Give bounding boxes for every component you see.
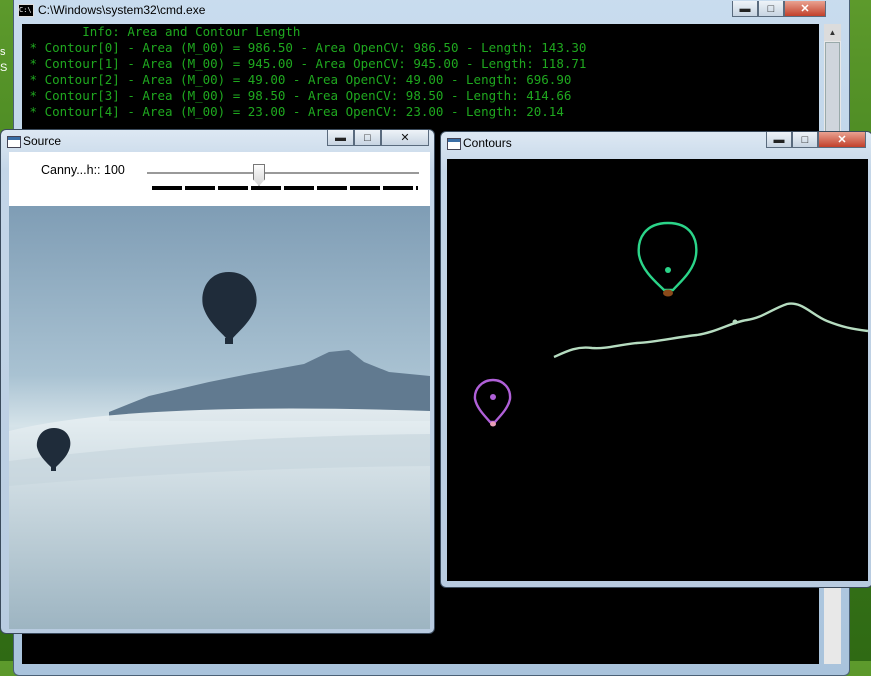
maximize-button[interactable]: □ <box>758 1 784 17</box>
source-window-title: Source <box>23 134 62 148</box>
close-icon: ✕ <box>800 3 810 15</box>
window-app-icon <box>7 136 21 148</box>
contour-basket <box>490 421 496 427</box>
contour-small-balloon <box>473 378 512 424</box>
cmd-window-title: C:\Windows\system32\cmd.exe <box>38 3 206 17</box>
source-photo <box>9 206 430 629</box>
minimize-icon: ▬ <box>335 131 346 144</box>
trackbar-panel: Canny...h:: 100 <box>9 152 430 206</box>
contours-drawing <box>473 221 869 427</box>
trackbar-thumb[interactable] <box>253 164 265 186</box>
desktop-label-fragment: s <box>0 46 6 58</box>
close-button[interactable]: ✕ <box>818 132 866 148</box>
contours-window[interactable]: Contours ▬ □ ✕ <box>440 131 871 588</box>
maximize-icon: □ <box>364 131 371 144</box>
console-line: Info: Area and Contour Length <box>22 24 301 39</box>
minimize-icon: ▬ <box>773 133 785 146</box>
contour-centroid-dot <box>665 267 671 273</box>
contour-centroid-dot <box>490 394 496 400</box>
maximize-button[interactable]: □ <box>354 130 381 146</box>
contours-canvas <box>447 159 869 581</box>
trackbar-ticks <box>152 186 418 190</box>
close-icon: ✕ <box>837 134 847 146</box>
contour-large-balloon <box>637 221 698 292</box>
maximize-icon: □ <box>767 2 775 15</box>
console-line: * Contour[2] - Area (M_00) = 49.00 - Are… <box>22 72 572 87</box>
contour-basket <box>663 289 673 297</box>
source-image <box>9 206 430 629</box>
minimize-button[interactable]: ▬ <box>766 132 792 148</box>
contours-window-controls: ▬ □ ✕ <box>766 132 866 148</box>
source-window[interactable]: Source ▬ □ ✕ Canny...h:: 100 <box>0 129 435 634</box>
window-app-icon <box>447 138 461 150</box>
console-line: * Contour[4] - Area (M_00) = 23.00 - Are… <box>22 104 564 119</box>
close-button[interactable]: ✕ <box>381 130 429 146</box>
close-icon: ✕ <box>400 132 410 144</box>
cmd-app-icon: C:\ <box>18 4 34 17</box>
maximize-button[interactable]: □ <box>792 132 818 148</box>
desktop-label-fragment: S <box>0 62 8 74</box>
source-window-controls: ▬ □ ✕ <box>327 130 429 146</box>
minimize-button[interactable]: ▬ <box>732 1 758 17</box>
console-line: * Contour[3] - Area (M_00) = 98.50 - Are… <box>22 88 572 103</box>
contours-window-title: Contours <box>463 136 512 150</box>
console-line: * Contour[0] - Area (M_00) = 986.50 - Ar… <box>22 40 587 55</box>
cmd-titlebar[interactable]: C:\ C:\Windows\system32\cmd.exe <box>14 1 849 21</box>
scroll-up-arrow-icon[interactable]: ▲ <box>824 24 841 41</box>
trackbar-rail[interactable] <box>147 172 419 175</box>
close-button[interactable]: ✕ <box>784 1 826 17</box>
cmd-window-controls: ▬ □ ✕ <box>732 1 826 17</box>
scrollbar-thumb[interactable] <box>825 42 840 144</box>
maximize-icon: □ <box>801 133 809 146</box>
console-line: * Contour[1] - Area (M_00) = 945.00 - Ar… <box>22 56 587 71</box>
contour-mountain <box>553 302 869 359</box>
minimize-icon: ▬ <box>739 2 751 15</box>
minimize-button[interactable]: ▬ <box>327 130 354 146</box>
trackbar-label: Canny...h:: 100 <box>41 163 125 177</box>
